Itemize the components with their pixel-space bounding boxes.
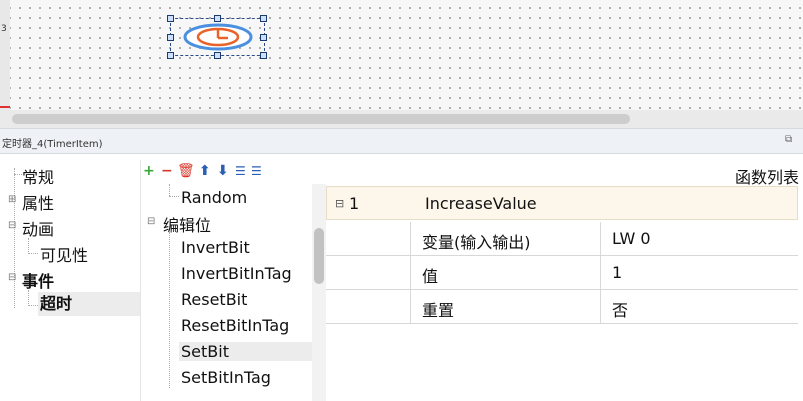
param-name: 变量(输入输出) (422, 233, 531, 252)
horizontal-scroll-thumb[interactable] (12, 114, 630, 124)
move-down-icon[interactable]: ⬇ (217, 164, 229, 178)
function-item-random[interactable]: Random (181, 188, 247, 207)
column-divider (410, 222, 411, 256)
resize-handle-w[interactable] (167, 34, 174, 41)
ruler-marker (0, 106, 10, 108)
function-list[interactable]: Random ⊟ 编辑位 InvertBit InvertBitInTag Re… (141, 184, 326, 401)
resize-handle-nw[interactable] (167, 15, 174, 22)
column-divider (600, 290, 601, 324)
tree-item-events[interactable]: 事件 (22, 268, 54, 292)
tree-branch-line (169, 196, 179, 197)
tree-guide-line (169, 232, 170, 388)
tree-branch-line (28, 253, 38, 254)
param-value[interactable]: LW 0 (612, 229, 651, 248)
property-tree: 常规 ⊞ 属性 ⊟ 动画 可见性 ⊟ 事件 超时 (0, 160, 141, 401)
design-grid[interactable] (10, 0, 803, 110)
tree-guide-line (169, 184, 170, 196)
timer-widget[interactable] (167, 15, 267, 59)
function-list-scroll-thumb[interactable] (314, 228, 324, 284)
function-name: IncreaseValue (425, 194, 537, 213)
expand-icon[interactable]: ⊞ (8, 194, 16, 205)
design-canvas[interactable]: 3 (0, 0, 803, 128)
tree-guide-line (28, 290, 29, 306)
tree-item-visibility[interactable]: 可见性 (40, 242, 88, 266)
collapse-icon[interactable]: ⊟ (147, 216, 155, 227)
table-row[interactable]: 值 1 (326, 256, 798, 290)
function-item-resetbitintag[interactable]: ResetBitInTag (181, 316, 289, 335)
resize-handle-e[interactable] (260, 34, 267, 41)
tree-item-properties[interactable]: 属性 (22, 190, 54, 214)
function-item-setbitintag[interactable]: SetBitInTag (181, 368, 271, 387)
timer-clock-icon (183, 23, 253, 51)
param-value[interactable]: 否 (612, 297, 628, 321)
tree-branch-line (14, 174, 22, 175)
resize-handle-se[interactable] (260, 52, 267, 59)
table-row[interactable]: 变量(输入输出) LW 0 (326, 222, 798, 256)
add-icon[interactable]: + (143, 164, 155, 178)
column-divider (600, 256, 601, 290)
collapse-icon[interactable]: ⊟ (8, 220, 16, 231)
table-row[interactable]: 重置 否 (326, 290, 798, 324)
move-up-icon[interactable]: ⬆ (199, 164, 211, 178)
column-divider (410, 256, 411, 290)
panel-title: 定时器_4(TimerItem) (2, 139, 103, 150)
collapse-icon[interactable]: ⊟ (335, 197, 344, 210)
function-toolbar: + − 🗑 ⬆ ⬇ ☰ ☰ (141, 160, 326, 184)
tree-guide-line (28, 238, 29, 254)
param-value[interactable]: 1 (612, 263, 622, 282)
function-item-invertbit[interactable]: InvertBit (181, 238, 250, 257)
function-item-setbit[interactable]: SetBit (179, 342, 312, 361)
tree-item-general[interactable]: 常规 (22, 164, 54, 188)
function-item-resetbit[interactable]: ResetBit (181, 290, 247, 309)
resize-handle-n[interactable] (214, 15, 221, 22)
param-name: 值 (422, 267, 439, 286)
collapse-icon[interactable]: ⊟ (8, 272, 16, 283)
function-list-header: 函数列表 (734, 168, 799, 187)
pin-icon[interactable]: ⧉ (785, 135, 795, 145)
delete-icon[interactable]: 🗑 (177, 164, 195, 178)
indent-icon[interactable]: ☰ (235, 164, 246, 178)
resize-handle-sw[interactable] (167, 52, 174, 59)
outdent-icon[interactable]: ☰ (251, 164, 262, 178)
column-divider (410, 290, 411, 324)
function-group-edit-bit[interactable]: 编辑位 (163, 212, 211, 236)
column-divider (600, 222, 601, 256)
ruler-label: 3 (1, 24, 7, 34)
properties-title-bar: 定时器_4(TimerItem) ⧉ (0, 128, 803, 154)
param-name: 重置 (422, 301, 455, 320)
tree-item-timeout[interactable]: 超时 (38, 292, 140, 316)
function-row-header[interactable]: ⊟ 1 IncreaseValue (326, 186, 798, 220)
tree-guide-line (14, 168, 15, 308)
function-list-scrollbar[interactable] (312, 184, 326, 401)
tree-branch-line (28, 305, 38, 306)
function-list-panel: + − 🗑 ⬆ ⬇ ☰ ☰ Random ⊟ 编辑位 InvertBit Inv… (141, 160, 326, 401)
tree-item-animation[interactable]: 动画 (22, 216, 54, 240)
horizontal-scrollbar[interactable] (0, 110, 803, 128)
resize-handle-s[interactable] (214, 52, 221, 59)
function-item-invertbitintag[interactable]: InvertBitInTag (181, 264, 292, 283)
function-index: 1 (349, 194, 360, 213)
resize-handle-ne[interactable] (260, 15, 267, 22)
remove-icon[interactable]: − (161, 164, 173, 178)
